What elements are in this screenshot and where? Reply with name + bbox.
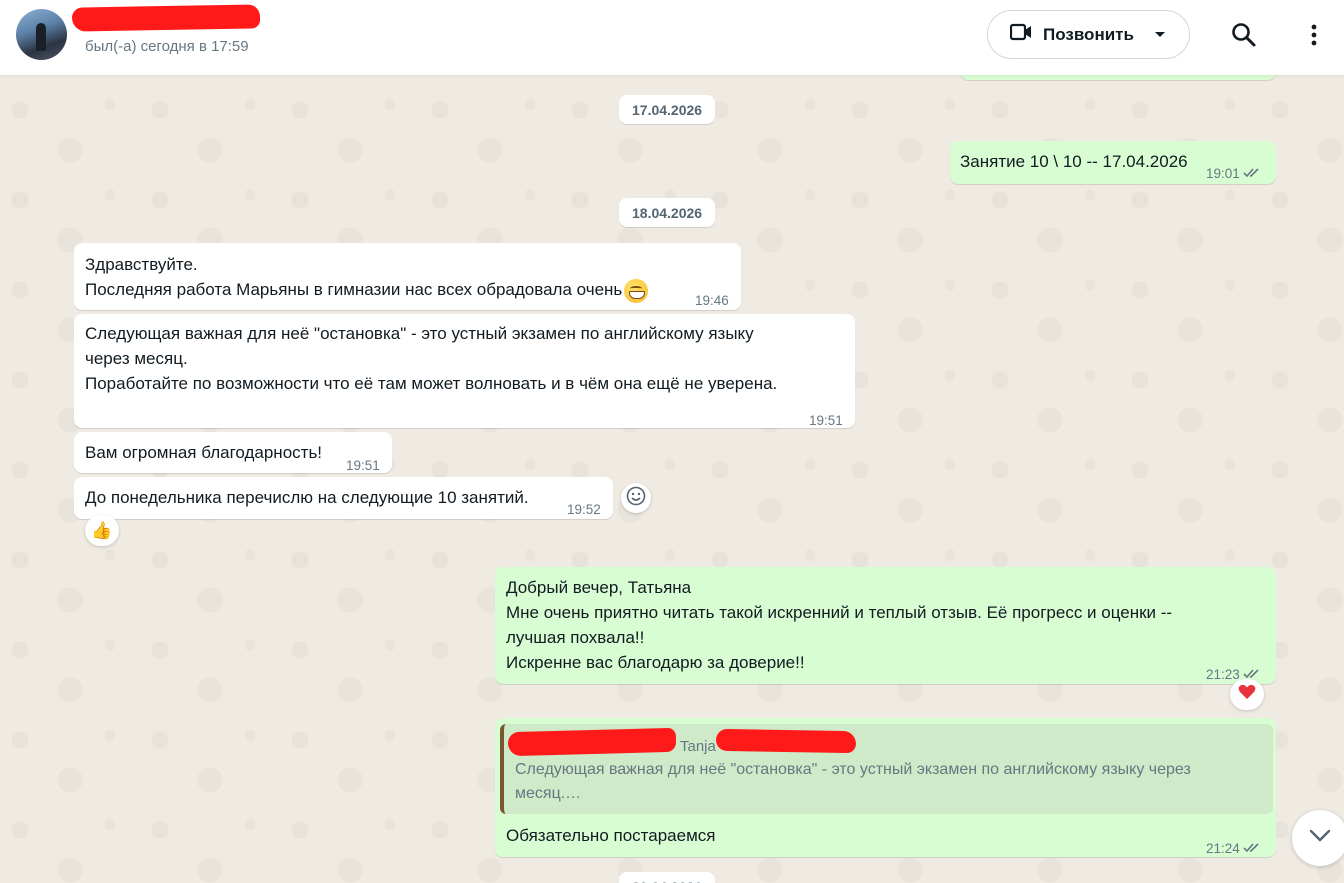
quote-author-redaction xyxy=(715,728,857,754)
incoming-message[interactable]: Вам огромная благодарность! 19:51 xyxy=(74,432,392,473)
scroll-to-bottom-button[interactable] xyxy=(1292,810,1344,866)
more-options-icon[interactable] xyxy=(1304,22,1324,48)
message-text: Занятие 10 \ 10 -- 17.04.2026 xyxy=(960,152,1188,171)
message-time: 19:51 xyxy=(809,413,843,428)
message-meta: 19:01 xyxy=(1206,161,1261,186)
outgoing-message[interactable]: Занятие 10 \ 10 -- 17.04.2026 19:01 xyxy=(950,141,1276,184)
message-text: Добрый вечер, Татьяна Мне очень приятно … xyxy=(506,578,1173,672)
quote-author: Tanja xyxy=(680,738,716,755)
chevron-down-icon xyxy=(1309,829,1331,848)
incoming-message[interactable]: До понедельника перечислю на следующие 1… xyxy=(74,477,613,519)
message-time: 21:24 xyxy=(1206,841,1240,856)
message-content: Здравствуйте. Последняя работа Марьяны в… xyxy=(85,252,649,303)
quote-text: Следующая важная для неё "остановка" - э… xyxy=(515,761,1191,802)
avatar-figure xyxy=(36,23,46,51)
grinning-face-icon xyxy=(624,278,649,303)
quoted-message[interactable]: Tanja Следующая важная для неё "остановк… xyxy=(500,724,1273,814)
call-button-label: Позвонить xyxy=(1043,24,1134,44)
chat-header: был(-а) сегодня в 17:59 Позвонить xyxy=(0,0,1344,75)
message-time: 19:01 xyxy=(1206,166,1240,181)
add-reaction-button[interactable] xyxy=(621,483,651,513)
date-separator: 18.04.2026 xyxy=(619,198,716,227)
avatar[interactable] xyxy=(16,9,67,60)
smiley-icon xyxy=(626,486,646,511)
video-camera-icon xyxy=(1009,23,1032,46)
call-button[interactable]: Позвонить xyxy=(987,10,1190,59)
message-time: 19:52 xyxy=(567,502,601,517)
heart-reaction[interactable] xyxy=(1230,679,1264,710)
double-check-icon xyxy=(1243,836,1261,861)
outgoing-reply-message[interactable]: Tanja Следующая важная для неё "остановк… xyxy=(495,718,1276,857)
message-text: Следующая важная для неё "остановка" - э… xyxy=(85,324,778,393)
thumbs-up-reaction[interactable]: 👍 xyxy=(85,515,119,546)
date-separator: 20.04.2026 xyxy=(619,872,716,883)
date-separator: 17.04.2026 xyxy=(619,95,716,124)
message-text: Вам огромная благодарность! xyxy=(85,443,323,462)
search-icon[interactable] xyxy=(1231,22,1257,48)
last-seen-status: был(-а) сегодня в 17:59 xyxy=(85,38,249,55)
message-time: 19:46 xyxy=(695,293,729,308)
heart-icon xyxy=(1238,684,1256,705)
message-time: 19:51 xyxy=(346,458,380,473)
incoming-message[interactable]: Следующая важная для неё "остановка" - э… xyxy=(74,314,855,428)
message-text: До понедельника перечислю на следующие 1… xyxy=(85,488,529,507)
chevron-down-icon[interactable] xyxy=(1154,26,1166,44)
quote-author-redaction xyxy=(507,727,677,757)
contact-name-redaction[interactable] xyxy=(71,4,261,32)
message-text: Обязательно постараемся xyxy=(506,826,716,845)
double-check-icon xyxy=(1243,161,1261,186)
incoming-message[interactable]: Здравствуйте. Последняя работа Марьяны в… xyxy=(74,243,741,310)
message-meta: 21:24 xyxy=(1206,836,1261,861)
message-text: Здравствуйте. Последняя работа Марьяны в… xyxy=(85,255,623,299)
outgoing-message[interactable]: Добрый вечер, Татьяна Мне очень приятно … xyxy=(495,567,1276,684)
